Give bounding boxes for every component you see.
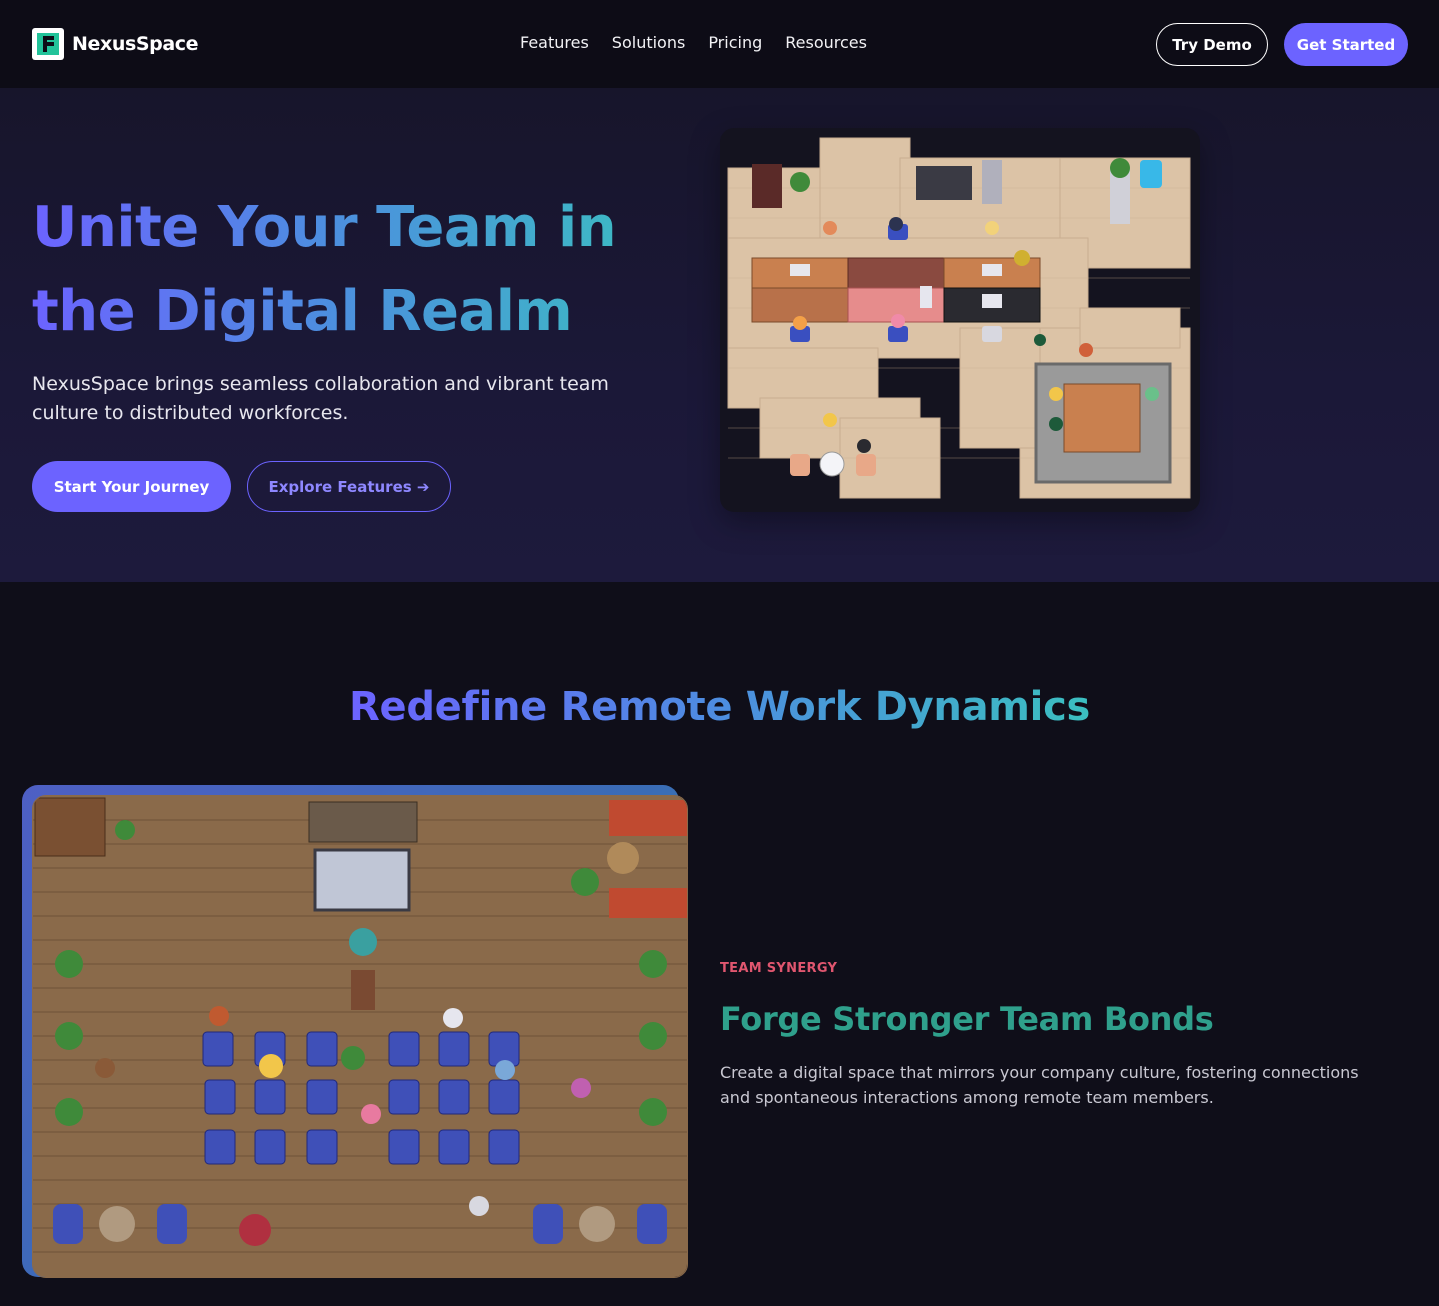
nav-link-resources[interactable]: Resources	[785, 33, 867, 52]
nav-link-features[interactable]: Features	[520, 33, 589, 52]
nav-link-pricing[interactable]: Pricing	[708, 33, 762, 52]
hero-title: Unite Your Team in the Digital Realm	[32, 186, 672, 354]
virtual-auditorium-image	[32, 795, 688, 1278]
section-title: Redefine Remote Work Dynamics	[349, 684, 1090, 730]
feature-eyebrow: TEAM SYNERGY	[720, 961, 838, 976]
office-map-illustration	[727, 137, 1191, 499]
hero-section: Unite Your Team in the Digital Realm Nex…	[0, 88, 1439, 582]
try-demo-button[interactable]: Try Demo	[1156, 23, 1268, 66]
auditorium-illustration	[33, 796, 687, 1277]
feature-description: Create a digital space that mirrors your…	[720, 1063, 1359, 1107]
brand-name: NexusSpace	[72, 33, 199, 55]
logo-icon	[32, 28, 64, 60]
start-journey-button[interactable]: Start Your Journey	[32, 461, 231, 512]
hero-title-line-1: Unite Your Team in	[32, 195, 617, 260]
hero-title-line-2: the Digital Realm	[32, 279, 573, 344]
hero-subtitle: NexusSpace brings seamless collaboration…	[32, 373, 609, 424]
virtual-office-map-image	[720, 128, 1200, 512]
nav-links: Features Solutions Pricing Resources	[520, 33, 867, 52]
brand-logo[interactable]: NexusSpace	[32, 28, 199, 60]
explore-features-button[interactable]: Explore Features ➔	[247, 461, 451, 512]
top-navbar: NexusSpace Features Solutions Pricing Re…	[0, 0, 1439, 88]
feature-title: Forge Stronger Team Bonds	[720, 1000, 1214, 1038]
nav-link-solutions[interactable]: Solutions	[612, 33, 686, 52]
get-started-button[interactable]: Get Started	[1284, 23, 1408, 66]
